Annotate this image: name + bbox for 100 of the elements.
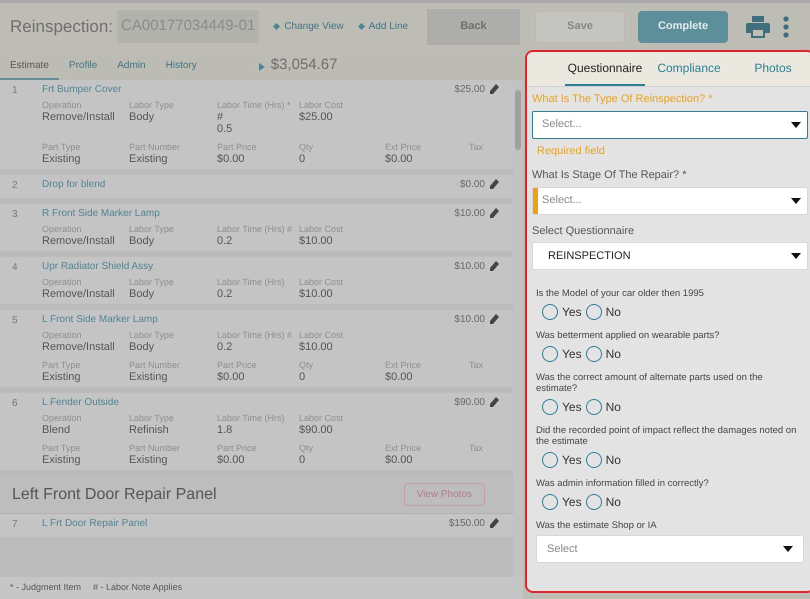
question-text: Was the correct amount of alternate parts used on the estimate? — [536, 372, 764, 394]
caret-icon — [791, 253, 801, 259]
question-text: Was betterment applied on wearable parts? — [536, 330, 720, 341]
select-field[interactable]: REINSPECTION — [532, 242, 808, 270]
line-title-link[interactable]: L Front Side Marker Lamp — [42, 312, 158, 327]
select-field[interactable]: Select — [536, 535, 804, 563]
caret-icon — [791, 198, 801, 204]
line-number: 6 — [11, 397, 19, 411]
radio-label: Yes — [562, 494, 582, 511]
field-value: 0 — [299, 153, 306, 165]
line-price: $10.00 — [454, 260, 485, 274]
radio-button[interactable] — [542, 399, 558, 415]
select-placeholder: Select... — [542, 193, 582, 208]
line-title-link[interactable]: Upr Radiator Shield Assy — [42, 259, 154, 274]
question-text: Was the estimate Shop or IA — [536, 520, 658, 531]
field-value: $0.00 — [385, 371, 414, 383]
field-label: What Is The Type Of Reinspection? * — [532, 92, 714, 107]
pencil-icon[interactable] — [489, 518, 499, 529]
line-title-link[interactable]: Frt Bumper Cover — [42, 82, 122, 97]
estimate-tab[interactable]: History — [156, 52, 207, 80]
radio-button[interactable] — [586, 452, 602, 468]
complete-button[interactable]: Complete — [638, 10, 728, 42]
radio-button[interactable] — [542, 304, 558, 320]
line-title-link[interactable]: Drop for blend — [42, 177, 106, 192]
back-button[interactable]: Back — [427, 8, 520, 44]
diamond-icon — [358, 23, 365, 30]
estimate-total: $3,054.67 — [270, 54, 338, 74]
field-value: Blend — [42, 424, 72, 436]
select-field[interactable]: Select... — [532, 186, 808, 214]
view-photos-button[interactable]: View Photos — [404, 483, 485, 506]
estimate-tab[interactable]: Admin — [107, 52, 156, 80]
field-value: Existing — [42, 371, 82, 383]
radio-label: No — [606, 346, 621, 363]
field-value: Remove/Install — [42, 111, 116, 123]
select-value: REINSPECTION — [548, 248, 631, 264]
field-value: Body — [129, 111, 156, 123]
line-title-link[interactable]: L Frt Door Repair Panel — [42, 516, 148, 531]
field-value: $0.00 — [217, 153, 246, 165]
question-text: Is the Model of your car older then 1995 — [536, 288, 705, 299]
legend-text: # - Labor Note Applies — [93, 581, 182, 594]
field-label: Select Questionnaire — [532, 224, 636, 238]
radio-label: No — [606, 494, 621, 511]
line-number: 2 — [11, 179, 19, 193]
header-link[interactable]: Change View — [284, 19, 344, 34]
radio-button[interactable] — [586, 346, 602, 362]
field-value: 0.2 — [217, 341, 234, 353]
radio-label: Yes — [562, 452, 582, 469]
field-value: $10.00 — [299, 235, 334, 247]
radio-button[interactable] — [586, 399, 602, 415]
radio-button[interactable] — [542, 346, 558, 362]
estimate-tab[interactable]: Profile — [58, 52, 108, 80]
page-title: Reinspection: — [10, 16, 114, 38]
field-value: Existing — [42, 454, 82, 466]
panel-tab[interactable]: Photos — [733, 52, 810, 86]
field-value: 0.2 — [217, 235, 234, 247]
field-value: # 0.5 — [217, 111, 234, 135]
pencil-icon[interactable] — [489, 84, 499, 95]
field-value: $0.00 — [217, 454, 246, 466]
field-value: Refinish — [129, 424, 170, 436]
field-value: Body — [129, 341, 156, 353]
save-button[interactable]: Save — [535, 10, 625, 42]
field-value: 0.2 — [217, 288, 234, 300]
scrollbar[interactable] — [513, 80, 523, 577]
field-value: 0 — [299, 454, 306, 466]
line-title-link[interactable]: R Front Side Marker Lamp — [42, 206, 160, 221]
panel-tab[interactable]: Questionnaire — [565, 52, 645, 86]
line-number: 4 — [11, 261, 19, 275]
header-link[interactable]: Add Line — [368, 19, 408, 34]
field-value: Existing — [129, 371, 169, 383]
printer-icon[interactable] — [746, 16, 770, 38]
more-options-icon[interactable] — [783, 16, 789, 38]
field-value: Existing — [129, 153, 169, 165]
pencil-icon[interactable] — [489, 179, 499, 190]
pencil-icon[interactable] — [489, 208, 499, 219]
field-value: $10.00 — [299, 288, 334, 300]
pencil-icon[interactable] — [489, 397, 499, 408]
field-value: Remove/Install — [42, 288, 116, 300]
pencil-icon[interactable] — [489, 261, 499, 272]
radio-button[interactable] — [542, 494, 558, 510]
radio-button[interactable] — [586, 494, 602, 510]
radio-button[interactable] — [542, 452, 558, 468]
line-number: 5 — [11, 314, 19, 328]
play-icon — [258, 63, 265, 71]
field-value: Body — [129, 235, 156, 247]
panel-tab[interactable]: Compliance — [649, 52, 729, 86]
line-price: $90.00 — [454, 396, 485, 410]
field-value: 1.8 — [217, 424, 234, 436]
line-title-link[interactable]: L Fender Outside — [42, 395, 119, 410]
line-price: $10.00 — [454, 313, 485, 327]
pencil-icon[interactable] — [489, 314, 499, 325]
field-value: $0.00 — [385, 153, 414, 165]
field-value: Remove/Install — [42, 341, 116, 353]
select-field[interactable]: Select... — [532, 110, 808, 138]
line-price: $0.00 — [460, 178, 485, 192]
field-value: Body — [129, 288, 156, 300]
line-price: $25.00 — [454, 83, 485, 97]
field-label: What Is Stage Of The Repair? * — [532, 168, 688, 183]
field-value: Existing — [129, 454, 169, 466]
caret-icon — [783, 546, 793, 552]
radio-button[interactable] — [586, 304, 602, 320]
